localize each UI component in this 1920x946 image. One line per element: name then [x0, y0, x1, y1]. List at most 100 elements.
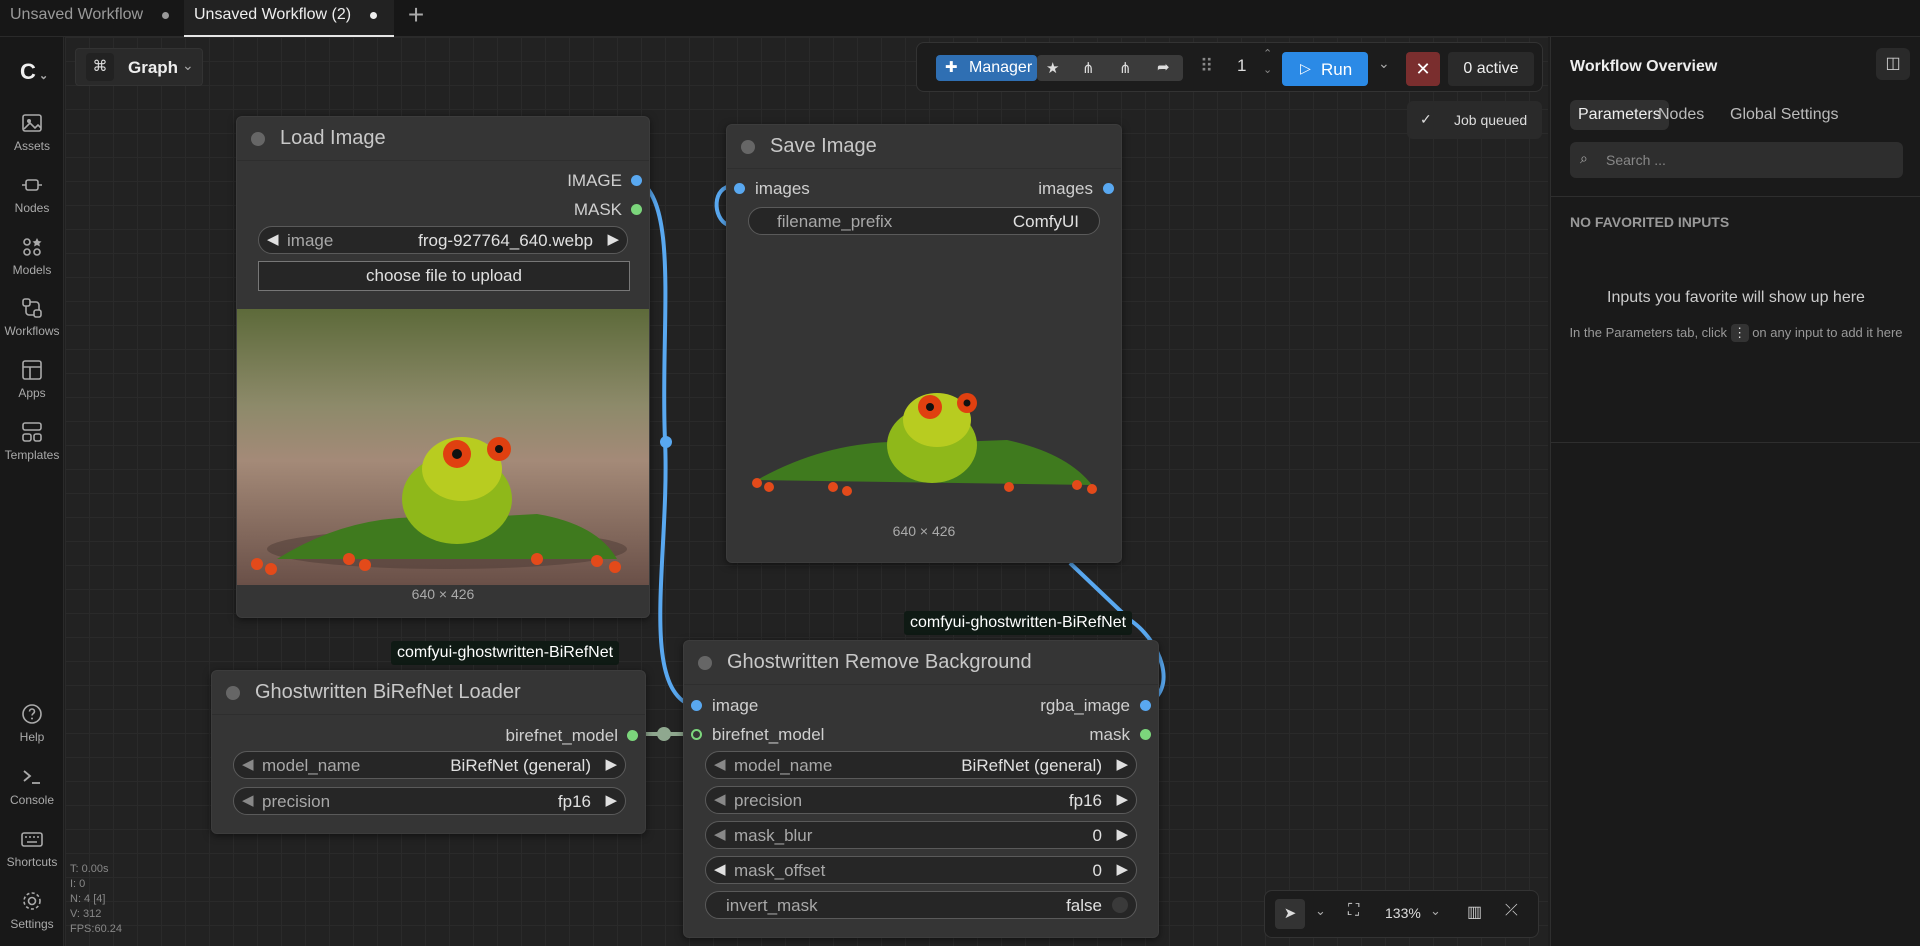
right-arrow-icon[interactable]: ▶ — [607, 230, 619, 248]
node-remove-background[interactable]: Ghostwritten Remove Background image bir… — [683, 640, 1159, 938]
node-install-icon[interactable]: ⋔ — [1082, 59, 1095, 77]
sidebar-item-nodes[interactable]: Nodes — [0, 174, 64, 215]
sidebar-item-workflows[interactable]: Workflows — [0, 297, 64, 338]
tab-unsaved-workflow[interactable]: Unsaved Workflow — [0, 0, 183, 37]
output-slot-image[interactable] — [631, 175, 642, 186]
right-arrow-icon[interactable]: ▶ — [605, 755, 617, 773]
tab-bar: Unsaved Workflow Unsaved Workflow (2) + — [0, 0, 1920, 37]
upload-button[interactable]: choose file to upload — [258, 261, 630, 291]
tab-global-settings[interactable]: Global Settings — [1722, 100, 1847, 130]
input-label-birefnet-model: birefnet_model — [712, 725, 825, 744]
right-arrow-icon[interactable]: ▶ — [1116, 755, 1128, 773]
output-slot-birefnet-model[interactable] — [627, 730, 638, 741]
sidebar-item-models[interactable]: Models — [0, 236, 64, 277]
node-birefnet-loader[interactable]: Ghostwritten BiRefNet Loader birefnet_mo… — [211, 670, 646, 834]
image-select-widget[interactable]: ◀ image frog-927764_640.webp ▶ — [258, 226, 628, 254]
drag-handle-icon[interactable]: ⠿ — [1200, 56, 1213, 77]
input-slot-image[interactable] — [691, 700, 702, 711]
share-icon[interactable]: ➦ — [1157, 58, 1170, 76]
right-arrow-icon[interactable]: ▶ — [1116, 825, 1128, 843]
right-arrow-icon[interactable]: ▶ — [605, 791, 617, 809]
sidebar-item-assets[interactable]: Assets — [0, 112, 64, 153]
left-arrow-icon[interactable]: ◀ — [267, 230, 279, 248]
node-header[interactable]: Load Image — [237, 117, 649, 161]
sidebar-item-console[interactable]: Console — [0, 766, 64, 807]
active-jobs-button[interactable]: 0 active — [1448, 52, 1534, 86]
input-slot-birefnet-model[interactable] — [691, 729, 702, 740]
right-arrow-icon[interactable]: ▶ — [1116, 860, 1128, 878]
minimap-icon[interactable]: ▥ — [1467, 902, 1482, 922]
unsaved-dot-icon[interactable] — [370, 12, 377, 19]
node-source-badge: comfyui-ghostwritten-BiRefNet — [904, 611, 1133, 635]
output-label-image: IMAGE — [567, 171, 622, 190]
select-pointer-icon[interactable]: ➤ — [1275, 899, 1305, 929]
left-arrow-icon[interactable]: ◀ — [714, 860, 726, 878]
node-header[interactable]: Ghostwritten BiRefNet Loader — [212, 671, 645, 715]
input-label-images: images — [755, 179, 810, 198]
divider — [1551, 442, 1920, 443]
toast-text: Job queued — [1454, 112, 1528, 128]
left-arrow-icon[interactable]: ◀ — [714, 755, 726, 773]
sidebar-item-shortcuts[interactable]: Shortcuts — [0, 828, 64, 869]
manager-button[interactable]: ✚ Manager — [936, 55, 1037, 81]
new-tab-plus-icon[interactable]: + — [402, 1, 430, 30]
collapse-dot-icon[interactable] — [741, 140, 755, 154]
input-slot-images[interactable] — [734, 183, 745, 194]
cancel-icon[interactable]: ✕ — [1406, 52, 1440, 86]
empty-state-title: Inputs you favorite will show up here — [1607, 289, 1865, 306]
left-arrow-icon[interactable]: ◀ — [242, 755, 254, 773]
sidebar-item-help[interactable]: Help — [0, 703, 64, 744]
tab-nodes[interactable]: Nodes — [1650, 100, 1712, 130]
output-slot-mask[interactable] — [1140, 729, 1151, 740]
fit-view-icon[interactable]: ⛶ — [1348, 902, 1359, 920]
output-slot-rgba-image[interactable] — [1140, 700, 1151, 711]
queue-count-input[interactable]: 1 — [1237, 56, 1246, 76]
unsaved-dot-icon[interactable] — [162, 12, 169, 19]
mask-blur-widget[interactable]: ◀ mask_blur 0 ▶ — [705, 821, 1137, 849]
right-arrow-icon[interactable]: ▶ — [1116, 790, 1128, 808]
sidebar-label: Shortcuts — [6, 855, 58, 869]
tab-unsaved-workflow-2[interactable]: Unsaved Workflow (2) — [184, 0, 394, 37]
sidebar-item-templates[interactable]: Templates — [0, 421, 64, 462]
run-options-chevron-icon[interactable]: ⌄ — [1378, 55, 1390, 72]
output-slot-images[interactable] — [1103, 183, 1114, 194]
left-arrow-icon[interactable]: ◀ — [714, 825, 726, 843]
chevron-down-icon[interactable]: ⌄ — [1315, 903, 1326, 919]
zoom-level[interactable]: 133% — [1385, 905, 1421, 921]
search-input[interactable]: ⌕ Search ... — [1570, 142, 1903, 178]
toggle-panel-icon[interactable]: ◫ — [1876, 48, 1910, 80]
collapse-dot-icon[interactable] — [251, 132, 265, 146]
node-save-image[interactable]: Save Image images images filename_prefix… — [726, 124, 1122, 563]
node-missing-icon[interactable]: ⋔ — [1119, 59, 1132, 77]
precision-widget[interactable]: ◀ precision fp16 ▶ — [705, 786, 1137, 814]
sidebar-item-apps[interactable]: Apps — [0, 359, 64, 400]
toggle-off-icon[interactable] — [1112, 897, 1128, 913]
node-header[interactable]: Save Image — [727, 125, 1121, 169]
left-arrow-icon[interactable]: ◀ — [242, 791, 254, 809]
stepper-icon[interactable]: ⌃ ⌄ — [1263, 46, 1272, 78]
node-load-image[interactable]: Load Image IMAGE MASK ◀ image frog-92776… — [236, 116, 650, 618]
left-arrow-icon[interactable]: ◀ — [714, 790, 726, 808]
filename-prefix-widget[interactable]: filename_prefix ComfyUI — [748, 207, 1100, 235]
mask-offset-widget[interactable]: ◀ mask_offset 0 ▶ — [705, 856, 1137, 884]
node-source-badge: comfyui-ghostwritten-BiRefNet — [391, 641, 620, 665]
node-header[interactable]: Ghostwritten Remove Background — [684, 641, 1158, 685]
output-slot-mask[interactable] — [631, 204, 642, 215]
star-icon[interactable]: ★ — [1046, 59, 1059, 77]
graph-selector[interactable]: ⌘ Graph ⌄ — [75, 48, 203, 86]
comfy-logo-icon[interactable]: C ⌄ — [20, 59, 50, 84]
model-name-widget[interactable]: ◀ model_name BiRefNet (general) ▶ — [233, 751, 626, 779]
collapse-dot-icon[interactable] — [226, 686, 240, 700]
templates-icon — [22, 422, 42, 442]
invert-mask-toggle[interactable]: invert_mask false — [705, 891, 1137, 919]
sidebar-item-settings[interactable]: Settings — [0, 890, 64, 931]
apps-icon — [22, 360, 42, 380]
frog-photo — [237, 309, 649, 585]
chevron-down-icon[interactable]: ⌄ — [1430, 903, 1441, 919]
collapse-dot-icon[interactable] — [698, 656, 712, 670]
run-button[interactable]: ▷ Run — [1282, 52, 1368, 86]
sidebar-label: Templates — [4, 448, 60, 462]
hide-links-icon[interactable]: ⤫ — [1505, 902, 1518, 920]
model-name-widget[interactable]: ◀ model_name BiRefNet (general) ▶ — [705, 751, 1137, 779]
precision-widget[interactable]: ◀ precision fp16 ▶ — [233, 787, 626, 815]
